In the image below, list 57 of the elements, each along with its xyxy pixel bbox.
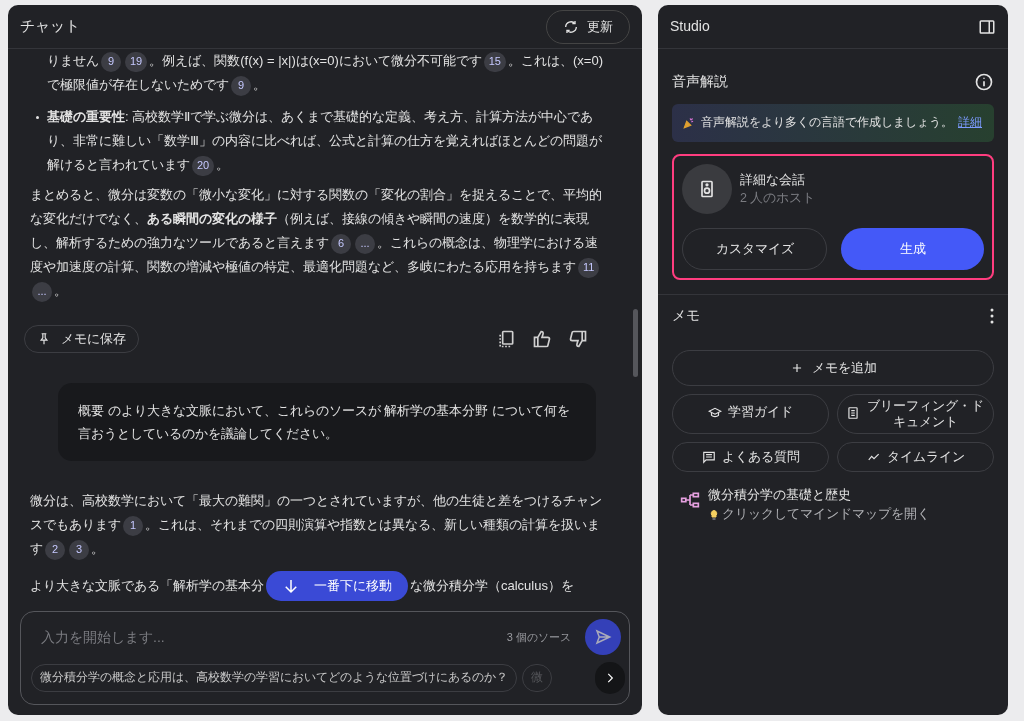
scrollbar-thumb	[633, 309, 638, 377]
note-hint: クリックしてマインドマップを開く	[722, 506, 930, 523]
graduation-cap-icon	[708, 406, 722, 420]
answer-paragraph: まとめると、微分は変数の「微小な変化」に対する関数の「変化の割合」を捉えることで、平均的な変化だけでなく、ある瞬間の変化の様子（例えば、接線の傾きや瞬間の速度）を数学的に表現し、解析するための強力なツールであると言えます 6 ... 。これらの概念は、物理学における速度や加速度の計算、関数の増減や極値の特定、最適化問題など、多岐にわたる応用を持ちます 11 ... 。	[24, 183, 606, 303]
card-subtitle: 2 人のホスト	[740, 190, 816, 208]
citation-chip[interactable]: ...	[32, 281, 52, 302]
source-count: 3 個のソース	[506, 629, 571, 645]
refresh-icon	[563, 18, 579, 35]
thumbs-down-button[interactable]	[568, 329, 588, 349]
generate-button[interactable]: 生成	[841, 228, 984, 270]
answer-paragraph: 基礎の重要性: 高校数学Ⅱで学ぶ微分は、あくまで基礎的な定義、考え方、計算方法が中心であり、非常に難しい「数学Ⅲ」の内容に比べれば、公式と計算の仕方を覚えればほとんどの問題が解けると言われています 20 。	[24, 105, 606, 177]
party-popper-icon	[682, 116, 696, 130]
answer-paragraph: りません 9 19 。例えば、関数(f(x) = |x|)は(x=0)において微分不可能です 15 。これは、(x=0)で極限値が存在しないためです 9 。	[24, 49, 606, 97]
citation-chip[interactable]: 15	[483, 51, 506, 72]
scroll-to-bottom-button[interactable]: 一番下に移動	[266, 571, 408, 601]
section-title: メモ	[672, 306, 700, 325]
mind-map-note[interactable]: 微分積分学の基礎と歴史 クリックしてマインドマップを開く	[672, 486, 994, 524]
banner-text: 音声解説をより多くの言語で作成しましょう。	[701, 115, 953, 131]
thumbs-down-icon	[568, 329, 588, 349]
collapse-panel-button[interactable]	[978, 17, 996, 36]
citation-chip[interactable]: 9	[101, 51, 121, 72]
info-icon	[974, 71, 994, 92]
mind-map-icon	[680, 490, 700, 510]
more-options-button[interactable]	[990, 307, 994, 324]
panel-title: チャット	[20, 16, 80, 37]
chat-input-field[interactable]: 入力を開始します...	[41, 626, 507, 648]
citation-chip[interactable]: 20	[192, 155, 215, 176]
user-question: 概要 のより大きな文脈において、これらのソースが 解析学の基本分野 について何を言おうとしているのかを議論してください。	[58, 383, 596, 461]
copy-icon	[496, 329, 516, 349]
pin-icon	[37, 332, 51, 346]
side-panel-icon	[978, 17, 996, 36]
lightbulb-icon	[708, 508, 720, 521]
panel-title: Studio	[670, 17, 710, 36]
note-title: 微分積分学の基礎と歴史	[708, 487, 852, 504]
citation-chip[interactable]: 6	[331, 233, 351, 254]
citation-chip[interactable]: 19	[125, 51, 148, 72]
arrow-down-icon	[282, 577, 300, 595]
card-title: 詳細な会話	[740, 170, 806, 189]
more-vert-icon	[990, 307, 994, 324]
citation-chip[interactable]: 3	[69, 539, 89, 560]
answer-paragraph: 微分は、高校数学において「最大の難関」の一つとされていますが、他の生徒と差をつけるチャンスでもあります 1 。これは、それまでの四則演算や指数とは異なる、新しい種類の計算を扱います 2 3 。	[24, 489, 606, 561]
citation-chip[interactable]: ...	[355, 233, 375, 254]
copy-button[interactable]	[496, 329, 516, 349]
citation-chip[interactable]: 9	[231, 75, 251, 96]
send-button[interactable]	[585, 619, 621, 655]
section-title: 音声解説	[672, 72, 728, 91]
thumbs-up-button[interactable]	[532, 329, 552, 349]
send-icon	[594, 628, 612, 646]
citation-chip[interactable]: 1	[123, 515, 143, 536]
citation-chip[interactable]: 2	[45, 539, 65, 560]
chat-lines-icon	[701, 450, 716, 464]
learn-more-link[interactable]: 詳細	[958, 114, 982, 132]
answer-text: な微分積分学（calculus）を	[410, 577, 574, 595]
answer-text: より大きな文脈である「解析学の基本分	[30, 577, 264, 595]
thumbs-up-icon	[532, 329, 552, 349]
citation-chip[interactable]: 11	[578, 257, 600, 278]
document-icon	[846, 406, 860, 420]
